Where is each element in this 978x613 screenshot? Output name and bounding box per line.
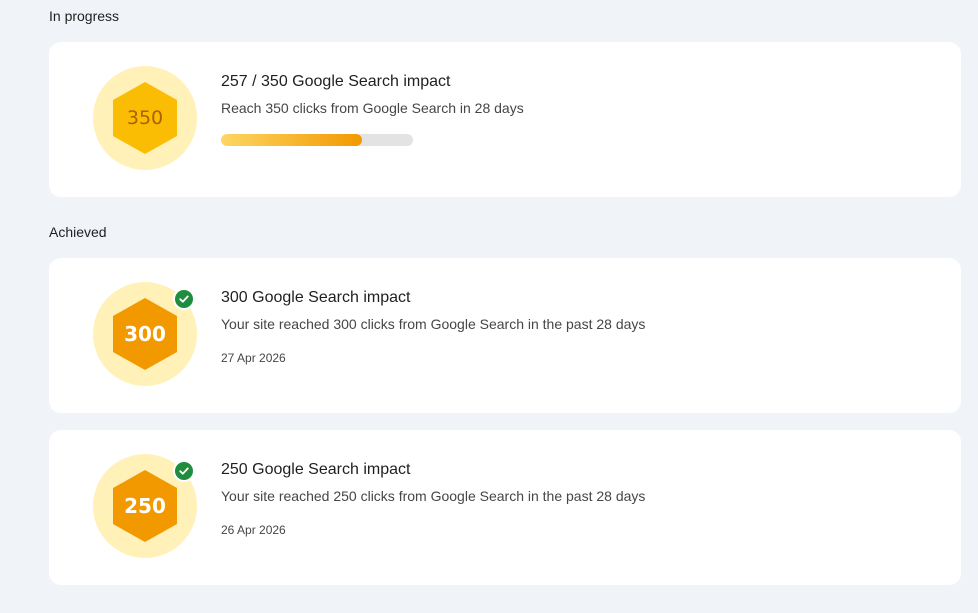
achievement-badge: 350 bbox=[93, 66, 197, 170]
achievement-badge: 300 bbox=[93, 282, 197, 386]
progress-bar-fill bbox=[221, 134, 362, 146]
achievement-date: 26 Apr 2026 bbox=[221, 523, 286, 537]
achievement-title: 257 / 350 Google Search impact bbox=[221, 73, 451, 90]
achievement-title: 250 Google Search impact bbox=[221, 461, 411, 478]
achievement-card-achieved: 300 300 Google Search impact Your site r… bbox=[49, 258, 961, 413]
check-circle-icon bbox=[173, 460, 195, 482]
achievement-date: 27 Apr 2026 bbox=[221, 351, 286, 365]
check-circle-icon bbox=[173, 288, 195, 310]
achievement-badge: 250 bbox=[93, 454, 197, 558]
achievement-description: Reach 350 clicks from Google Search in 2… bbox=[221, 100, 524, 116]
achievement-card-in-progress: 350 257 / 350 Google Search impact Reach… bbox=[49, 42, 961, 197]
progress-bar bbox=[221, 134, 413, 146]
achievement-description: Your site reached 250 clicks from Google… bbox=[221, 488, 646, 504]
section-label-in-progress: In progress bbox=[49, 8, 120, 24]
achievement-title: 300 Google Search impact bbox=[221, 289, 411, 306]
badge-number: 350 bbox=[126, 107, 164, 129]
achievement-card-achieved: 250 250 Google Search impact Your site r… bbox=[49, 430, 961, 585]
achievement-description: Your site reached 300 clicks from Google… bbox=[221, 316, 646, 332]
section-label-achieved: Achieved bbox=[49, 224, 107, 240]
